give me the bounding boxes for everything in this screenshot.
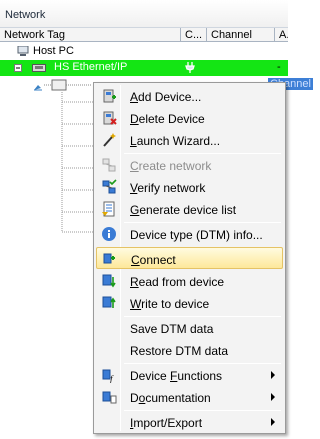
read-device-icon [102,274,116,288]
documentation-icon [102,391,117,404]
menu-item-save-dtm-data[interactable]: Save DTM data [96,317,283,339]
menu-item-write-to-device[interactable]: Write to device [96,292,283,314]
submenu-arrow-icon [271,371,275,379]
menu-item-verify-network[interactable]: Verify network [96,176,283,198]
menu-item-documentation[interactable]: Documentation [96,386,283,408]
menu-item-launch-wizard[interactable]: Launch Wizard... [96,129,283,151]
column-a[interactable]: A... [275,28,288,42]
column-channel[interactable]: Channel [207,28,275,42]
menu-item-device-type-info[interactable]: Device type (DTM) info... [96,223,283,245]
device-functions-icon: f [102,369,114,383]
verify-network-icon [102,179,117,194]
device-list-icon [102,201,115,217]
menu-item-device-functions[interactable]: f Device Functions [96,364,283,386]
computer-icon [17,46,29,56]
write-device-icon [102,296,116,308]
menu-item-restore-dtm-data[interactable]: Restore DTM data [96,339,283,361]
svg-text:f: f [110,374,114,383]
submenu-arrow-icon [271,393,275,401]
menu-item-create-network[interactable]: Create network [96,154,283,176]
connect-icon [103,253,115,264]
ethernet-adapter-icon [32,64,46,72]
menu-item-add-device[interactable]: Add Device... [96,85,283,107]
wizard-wand-icon [103,133,116,147]
menu-item-connect[interactable]: Connect [96,247,283,269]
connection-plug-icon [185,62,195,73]
menu-item-generate-device-list[interactable]: Generate device list [96,198,283,220]
network-pane-title: Network [0,0,288,28]
tree-row-host[interactable]: Host PC [0,44,288,60]
ethernet-status: - [277,61,281,73]
column-network-tag[interactable]: Network Tag [0,28,181,42]
add-device-icon [103,89,116,103]
collapse-icon[interactable] [14,64,22,72]
tree-row-ethernet[interactable]: HS Ethernet/IP - [0,60,288,76]
ethernet-label: HS Ethernet/IP [54,61,128,73]
submenu-arrow-icon [271,418,275,426]
host-label: Host PC [33,45,74,57]
grid-header: Network Tag C... Channel A... [0,28,288,42]
delete-device-icon [103,111,117,125]
menu-item-delete-device[interactable]: Delete Device [96,107,283,129]
context-menu: Add Device... Delete Device Launch Wizar… [93,82,286,434]
info-icon [102,227,116,241]
menu-item-import-export[interactable]: Import/Export [96,411,283,433]
child-device-icons [34,79,92,91]
column-c[interactable]: C... [181,28,207,42]
create-network-icon [102,158,116,172]
menu-item-read-from-device[interactable]: Read from device [96,270,283,292]
